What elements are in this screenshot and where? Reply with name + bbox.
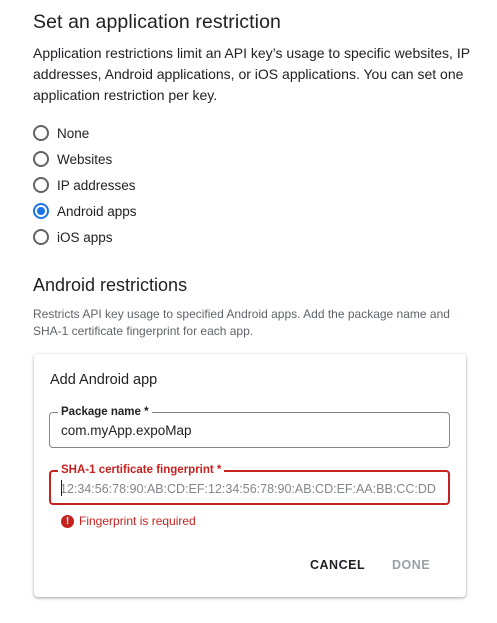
radio-label: Android apps [57, 203, 137, 219]
package-name-value[interactable]: com.myApp.expoMap [61, 423, 192, 439]
radio-button[interactable] [33, 177, 49, 193]
error-text: Fingerprint is required [79, 514, 196, 528]
radio-option-websites[interactable]: Websites [33, 146, 137, 172]
sha1-fingerprint-input[interactable] [60, 480, 440, 498]
fingerprint-error: ! Fingerprint is required [61, 514, 196, 528]
add-android-app-card: Add Android app Package name * com.myApp… [34, 354, 466, 597]
restriction-radio-group: None Websites IP addresses Android apps … [33, 120, 137, 250]
radio-button[interactable] [33, 229, 49, 245]
radio-label: None [57, 125, 90, 141]
sha1-fingerprint-field[interactable]: SHA-1 certificate fingerprint * [49, 463, 450, 505]
section-title: Set an application restriction [33, 11, 281, 33]
package-name-field[interactable]: Package name * com.myApp.expoMap [49, 405, 450, 448]
radio-label: Websites [57, 151, 113, 167]
radio-button-checked[interactable] [33, 203, 49, 219]
radio-label: IP addresses [57, 177, 136, 193]
cancel-button[interactable]: CANCEL [310, 554, 365, 576]
text-cursor [61, 480, 62, 496]
page: Set an application restriction Applicati… [0, 0, 497, 623]
android-restrictions-title: Android restrictions [33, 275, 188, 295]
radio-button[interactable] [33, 125, 49, 141]
sha1-fingerprint-label: SHA-1 certificate fingerprint * [58, 463, 225, 477]
android-restrictions-description: Restricts API key usage to specified And… [33, 307, 450, 338]
package-name-label: Package name * [58, 405, 152, 419]
done-button[interactable]: DONE [392, 554, 430, 576]
radio-option-none[interactable]: None [33, 120, 137, 146]
section-description: Application restrictions limit an API ke… [33, 45, 470, 103]
radio-label: iOS apps [57, 229, 113, 245]
radio-button[interactable] [33, 151, 49, 167]
error-icon: ! [61, 514, 74, 528]
radio-option-ip-addresses[interactable]: IP addresses [33, 172, 137, 198]
radio-option-android-apps[interactable]: Android apps [33, 198, 137, 224]
radio-option-ios-apps[interactable]: iOS apps [33, 224, 137, 250]
card-title: Add Android app [50, 372, 158, 388]
